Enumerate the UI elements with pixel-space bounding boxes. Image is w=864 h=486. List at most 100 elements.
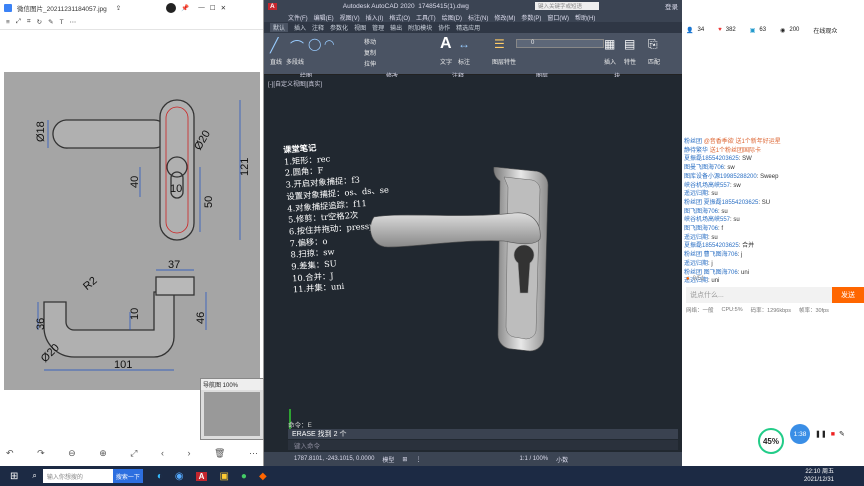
- model-toggle[interactable]: 模型: [382, 455, 394, 464]
- search-icon[interactable]: ⌕: [32, 471, 36, 481]
- arc-tool[interactable]: ◠: [324, 37, 334, 51]
- layer-dropdown[interactable]: 0: [516, 39, 604, 48]
- user-login[interactable]: 登录: [665, 1, 678, 11]
- move-tool[interactable]: 移动: [364, 37, 376, 46]
- browser-icon[interactable]: ◉: [175, 471, 184, 482]
- tab[interactable]: 附加模块: [408, 23, 432, 32]
- edit-icon[interactable]: ✎: [48, 18, 53, 26]
- windows-start-icon[interactable]: ⊞: [10, 471, 18, 482]
- zoom-in-icon[interactable]: ⊕: [99, 448, 107, 459]
- stop-icon[interactable]: ■: [831, 431, 835, 438]
- app-icon[interactable]: ●: [241, 471, 247, 482]
- minimize-icon[interactable]: —: [198, 4, 205, 11]
- match-label: 匹配: [648, 60, 661, 66]
- tab[interactable]: 视图: [354, 23, 366, 32]
- gift-icon: ▣: [749, 27, 756, 34]
- navigator-thumbnail[interactable]: [204, 392, 260, 436]
- menu-item[interactable]: 绘图(D): [442, 13, 462, 22]
- polyline-tool[interactable]: ⌒: [290, 37, 304, 57]
- menu-item[interactable]: 参数(P): [521, 13, 541, 22]
- zoom-out-icon[interactable]: ⊖: [68, 448, 76, 459]
- prev-icon[interactable]: ‹: [161, 448, 164, 458]
- more-icon[interactable]: ⋯: [70, 18, 77, 26]
- app-icon[interactable]: ▣: [219, 471, 228, 482]
- taskbar-clock[interactable]: 22:10 周五 2021/12/31: [804, 468, 834, 484]
- crop-icon[interactable]: ⌗: [27, 18, 31, 26]
- clock-time: 22:10 周五: [805, 469, 834, 475]
- delete-icon[interactable]: 🗑: [214, 448, 225, 459]
- menu-item[interactable]: 工具(T): [416, 13, 436, 22]
- command-placeholder: 键入命令: [294, 443, 320, 450]
- grid-icon[interactable]: ⊞: [402, 456, 407, 463]
- search-button[interactable]: 搜索一下: [112, 469, 143, 483]
- list-item: 遥远归期: j: [684, 260, 713, 267]
- properties-icon[interactable]: ▤: [624, 37, 635, 51]
- tab[interactable]: 管理: [372, 23, 384, 32]
- circle-tool[interactable]: ◯: [308, 37, 321, 51]
- pause-icon[interactable]: ❚❚: [815, 430, 827, 438]
- viewport-label[interactable]: [-][自定义视图][真实]: [268, 79, 322, 88]
- app-icon[interactable]: ◆: [259, 471, 267, 482]
- command-line: ERASE 找到 2 个: [288, 429, 678, 439]
- menu-item[interactable]: 格式(O): [389, 13, 410, 22]
- tab[interactable]: 插入: [294, 23, 306, 32]
- tab-default[interactable]: 默认: [270, 23, 289, 32]
- tab[interactable]: 协作: [438, 23, 450, 32]
- match-icon[interactable]: ⎘: [648, 37, 658, 52]
- chat-input[interactable]: 说点什么...: [686, 287, 832, 303]
- insert-block-icon[interactable]: ▦: [604, 37, 615, 51]
- tab[interactable]: 参数化: [330, 23, 348, 32]
- menu-item[interactable]: 插入(I): [366, 13, 384, 22]
- fire-icon: ●: [686, 276, 690, 282]
- door-handle-model[interactable]: [364, 167, 564, 357]
- pen-icon[interactable]: ✎: [839, 430, 845, 438]
- taskbar-search[interactable]: 输入你想搜的: [42, 469, 113, 483]
- layer-properties-icon[interactable]: ☰: [494, 37, 505, 51]
- next-icon[interactable]: ›: [187, 448, 190, 458]
- autocad-logo-icon: A: [268, 2, 277, 10]
- rotate-left-icon[interactable]: ↶: [6, 448, 14, 459]
- menu-item[interactable]: 标注(N): [468, 13, 488, 22]
- close-icon[interactable]: ✕: [221, 4, 226, 12]
- dim-label: 10: [170, 183, 182, 195]
- menu-item[interactable]: 窗口(W): [547, 13, 569, 22]
- menu-icon[interactable]: ≡: [6, 19, 10, 26]
- share-icon[interactable]: ⇪: [116, 4, 121, 12]
- menu-item[interactable]: 文件(F): [288, 13, 308, 22]
- maximize-icon[interactable]: ☐: [210, 4, 216, 12]
- online-viewers[interactable]: 在线观众: [813, 26, 837, 35]
- edge-icon[interactable]: ◐: [157, 471, 163, 482]
- text-icon[interactable]: T: [60, 19, 64, 26]
- avatar[interactable]: [166, 2, 177, 13]
- text-tool-icon[interactable]: A: [440, 35, 452, 53]
- snap-icon[interactable]: ⋮: [415, 456, 421, 463]
- menu-item[interactable]: 编辑(E): [314, 13, 334, 22]
- fit-icon[interactable]: ⤢: [130, 448, 137, 459]
- command-input[interactable]: 键入命令: [288, 440, 678, 450]
- pin-icon[interactable]: 📌: [181, 4, 189, 12]
- drawing-image[interactable]: Ø18 Ø20 40 10 50 121 37 R2 10 46 36 Ø20 …: [4, 72, 260, 390]
- send-button[interactable]: 发送: [832, 287, 864, 303]
- autocad-taskbar-icon[interactable]: A: [195, 471, 208, 481]
- record-controls: ❚❚ ■ ✎: [812, 428, 860, 440]
- cad-viewport[interactable]: [-][自定义视图][真实] 课堂笔记 1.矩形：rec 2.圆角：F 3.开启…: [264, 77, 682, 437]
- tab[interactable]: 注释: [312, 23, 324, 32]
- tab[interactable]: 精选应用: [456, 23, 480, 32]
- menu-item[interactable]: 视图(V): [340, 13, 360, 22]
- expand-icon[interactable]: ⤢: [16, 18, 21, 26]
- annotation-scale[interactable]: 1:1 / 100%: [519, 456, 548, 462]
- menu-item[interactable]: 修改(M): [494, 13, 515, 22]
- rotate-icon[interactable]: ↻: [37, 18, 42, 26]
- stretch-tool[interactable]: 拉伸: [364, 59, 376, 68]
- dimension-tool-icon[interactable]: ↔: [458, 37, 470, 51]
- rotate-right-icon[interactable]: ↷: [37, 448, 45, 459]
- record-timer[interactable]: 1:38: [790, 424, 810, 444]
- perf-gauge[interactable]: 45%: [758, 428, 784, 454]
- more-icon[interactable]: ⋯: [249, 448, 258, 459]
- tab[interactable]: 输出: [390, 23, 402, 32]
- copy-tool[interactable]: 复制: [364, 48, 376, 57]
- units[interactable]: 小数: [556, 455, 568, 464]
- line-tool[interactable]: ╱: [270, 37, 278, 54]
- menu-item[interactable]: 帮助(H): [575, 13, 595, 22]
- cad-search[interactable]: 键入关键字或短语: [534, 2, 599, 10]
